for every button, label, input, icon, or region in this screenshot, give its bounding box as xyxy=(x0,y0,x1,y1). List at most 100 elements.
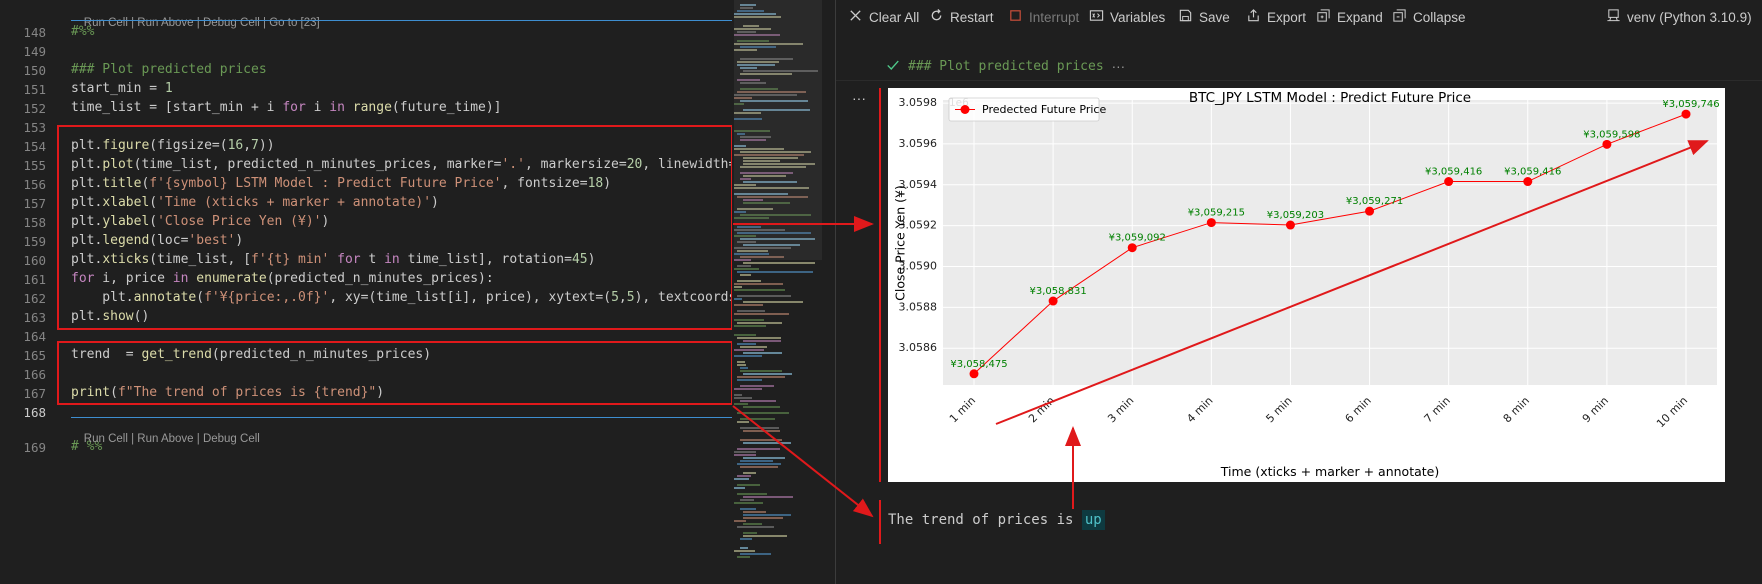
code-line[interactable]: #%% xyxy=(71,24,94,39)
minimap-line xyxy=(743,514,791,516)
export-icon xyxy=(1246,8,1261,26)
minimap-line xyxy=(743,517,783,519)
minimap-line xyxy=(743,340,781,342)
chart-title: BTC_JPY LSTM Model : Predict Future Pric… xyxy=(1189,90,1471,106)
expand-ellipsis[interactable]: ··· xyxy=(1112,59,1126,74)
line-number: 160 xyxy=(23,253,46,268)
line-number: 168 xyxy=(23,405,46,420)
line-number: 165 xyxy=(23,348,46,363)
minimap-line xyxy=(734,502,763,504)
minimap-line xyxy=(740,418,775,420)
clear-all-label: Clear All xyxy=(869,9,920,25)
collapse-label: Collapse xyxy=(1413,9,1466,25)
minimap-line xyxy=(734,394,742,396)
minimap-line xyxy=(743,406,780,408)
trend-output-text: The trend of prices is xyxy=(888,512,1082,528)
code-editor[interactable]: Run Cell | Run Above | Debug Cell | Go t… xyxy=(0,0,732,584)
minimap-line xyxy=(743,523,762,525)
clear-all-button[interactable]: Clear All xyxy=(848,8,919,26)
data-label: ¥3,059,746 xyxy=(1662,99,1719,110)
cell-separator xyxy=(71,20,732,21)
data-label: ¥3,059,215 xyxy=(1188,208,1245,219)
data-point xyxy=(1444,177,1454,187)
minimap-line xyxy=(734,355,762,357)
minimap-line xyxy=(737,421,749,423)
minimap-line xyxy=(743,301,803,303)
data-label: ¥3,059,203 xyxy=(1267,210,1324,221)
minimap-line xyxy=(743,373,792,375)
run-above-link-2[interactable]: Run Above xyxy=(137,433,193,445)
minimap-line xyxy=(740,346,767,348)
expand-button[interactable]: Expand xyxy=(1316,8,1383,26)
y-tick-label: 3.0598 xyxy=(899,96,938,109)
minimap-line xyxy=(734,487,745,489)
line-number: 157 xyxy=(23,196,46,211)
go-to-link[interactable]: Go to [23] xyxy=(269,17,320,29)
minimap-line xyxy=(734,388,762,390)
minimap-line xyxy=(734,319,764,321)
kernel-picker[interactable]: venv (Python 3.10.9) xyxy=(1606,8,1752,26)
cell-divider xyxy=(836,80,1762,81)
minimap-line xyxy=(734,325,766,327)
collapse-button[interactable]: Collapse xyxy=(1392,8,1466,26)
data-point xyxy=(1523,177,1533,187)
minimap-line xyxy=(743,352,782,354)
chart-output: 3.05863.05883.05903.05923.05943.05963.05… xyxy=(888,88,1725,482)
line-number: 159 xyxy=(23,234,46,249)
minimap-line xyxy=(743,532,757,534)
minimap-line xyxy=(740,553,771,555)
minimap-line xyxy=(740,274,751,276)
markdown-cell-header[interactable]: ### Plot predicted prices ··· xyxy=(886,58,1125,75)
minimap-line xyxy=(737,280,761,282)
line-number: 166 xyxy=(23,367,46,382)
debug-cell-link-2[interactable]: Debug Cell xyxy=(203,433,260,445)
save-button[interactable]: Save xyxy=(1178,8,1230,26)
code-line[interactable]: time_list = [start_min + i for i in rang… xyxy=(71,100,502,115)
minimap-line xyxy=(734,478,749,480)
restart-button[interactable]: Restart xyxy=(929,8,994,26)
minimap-line xyxy=(737,484,760,486)
data-label: ¥3,059,598 xyxy=(1583,129,1640,140)
data-label: ¥3,059,271 xyxy=(1346,196,1403,207)
check-icon xyxy=(886,58,900,75)
minimap-line xyxy=(737,556,750,558)
minimap-line xyxy=(737,343,756,345)
plot-area xyxy=(943,100,1717,385)
minimap-line xyxy=(743,535,787,537)
data-point xyxy=(1127,243,1137,253)
run-above-link[interactable]: Run Above xyxy=(137,17,193,29)
data-label: ¥3,058,831 xyxy=(1029,286,1086,297)
kernel-icon xyxy=(1606,8,1621,26)
debug-cell-link[interactable]: Debug Cell xyxy=(203,17,260,29)
highlight-trend-code xyxy=(57,341,732,405)
line-number: 150 xyxy=(23,63,46,78)
minimap-line xyxy=(743,457,785,459)
expand-icon xyxy=(1316,8,1331,26)
run-cell-link-2[interactable]: Run Cell xyxy=(84,433,128,445)
minimap-line xyxy=(740,466,778,468)
interrupt-button[interactable]: Interrupt xyxy=(1008,8,1079,26)
minimap-line xyxy=(734,304,763,306)
line-number: 155 xyxy=(23,158,46,173)
export-button[interactable]: Export xyxy=(1246,8,1306,26)
line-number: 149 xyxy=(23,44,46,59)
variables-button[interactable]: Variables xyxy=(1089,8,1165,26)
cell-more-actions[interactable]: ··· xyxy=(852,90,866,106)
line-number: 161 xyxy=(23,272,46,287)
variables-label: Variables xyxy=(1110,9,1166,25)
minimap-line xyxy=(743,511,766,513)
code-line[interactable]: ### Plot predicted prices xyxy=(71,62,267,77)
data-point xyxy=(1602,139,1612,149)
minimap[interactable] xyxy=(734,0,822,584)
minimap-line xyxy=(734,454,756,456)
data-point xyxy=(1048,296,1058,306)
minimap-line xyxy=(743,472,756,474)
data-label: ¥3,059,092 xyxy=(1109,233,1166,244)
minimap-viewport[interactable] xyxy=(734,0,822,260)
data-label: ¥3,059,416 xyxy=(1425,167,1482,178)
restart-label: Restart xyxy=(950,9,994,25)
minimap-line xyxy=(734,283,783,285)
minimap-line xyxy=(737,322,782,324)
code-line[interactable]: start_min = 1 xyxy=(71,81,173,96)
line-number: 158 xyxy=(23,215,46,230)
